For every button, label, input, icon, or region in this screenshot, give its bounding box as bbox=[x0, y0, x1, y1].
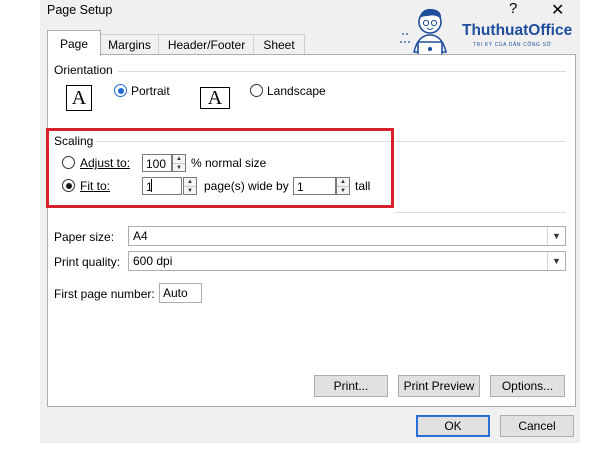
print-quality-value: 600 dpi bbox=[133, 254, 173, 268]
close-button[interactable]: ✕ bbox=[551, 0, 564, 20]
scaling-highlight-box bbox=[46, 128, 394, 208]
chevron-down-icon[interactable]: ▼ bbox=[547, 227, 565, 245]
print-quality-select[interactable]: 600 dpi ▼ bbox=[128, 251, 566, 271]
paper-size-select[interactable]: A4 ▼ bbox=[128, 226, 566, 246]
orientation-group-label: Orientation bbox=[54, 63, 113, 77]
paper-size-label: Paper size: bbox=[54, 230, 115, 244]
print-preview-button[interactable]: Print Preview bbox=[398, 375, 480, 397]
logo-text: ThuthuatOffice bbox=[462, 22, 573, 39]
first-page-number-label: First page number: bbox=[54, 287, 155, 301]
logo-tagline: TRI KỲ CỦA DÂN CÔNG SỞ bbox=[473, 42, 552, 48]
ok-button[interactable]: OK bbox=[416, 415, 490, 437]
print-button[interactable]: Print... bbox=[314, 375, 388, 397]
paper-size-value: A4 bbox=[133, 229, 148, 243]
tab-margins[interactable]: Margins bbox=[99, 34, 160, 55]
portrait-radio[interactable] bbox=[114, 84, 127, 97]
print-quality-label: Print quality: bbox=[54, 255, 121, 269]
landscape-label: Landscape bbox=[267, 84, 326, 98]
landscape-page-icon: A bbox=[200, 87, 230, 109]
tab-page[interactable]: Page bbox=[47, 30, 101, 56]
portrait-label: Portrait bbox=[131, 84, 170, 98]
dialog-title: Page Setup bbox=[47, 3, 113, 17]
portrait-page-icon: A bbox=[66, 85, 92, 111]
first-page-number-input[interactable]: Auto bbox=[159, 283, 202, 303]
tab-header-footer[interactable]: Header/Footer bbox=[158, 34, 255, 55]
options-button[interactable]: Options... bbox=[490, 375, 565, 397]
help-button[interactable]: ? bbox=[509, 0, 517, 17]
scaling-bottom-divider bbox=[395, 212, 566, 213]
cancel-button[interactable]: Cancel bbox=[500, 415, 574, 437]
orientation-divider bbox=[118, 71, 566, 72]
chevron-down-icon[interactable]: ▼ bbox=[547, 252, 565, 270]
landscape-radio[interactable] bbox=[250, 84, 263, 97]
tab-sheet[interactable]: Sheet bbox=[253, 34, 305, 55]
